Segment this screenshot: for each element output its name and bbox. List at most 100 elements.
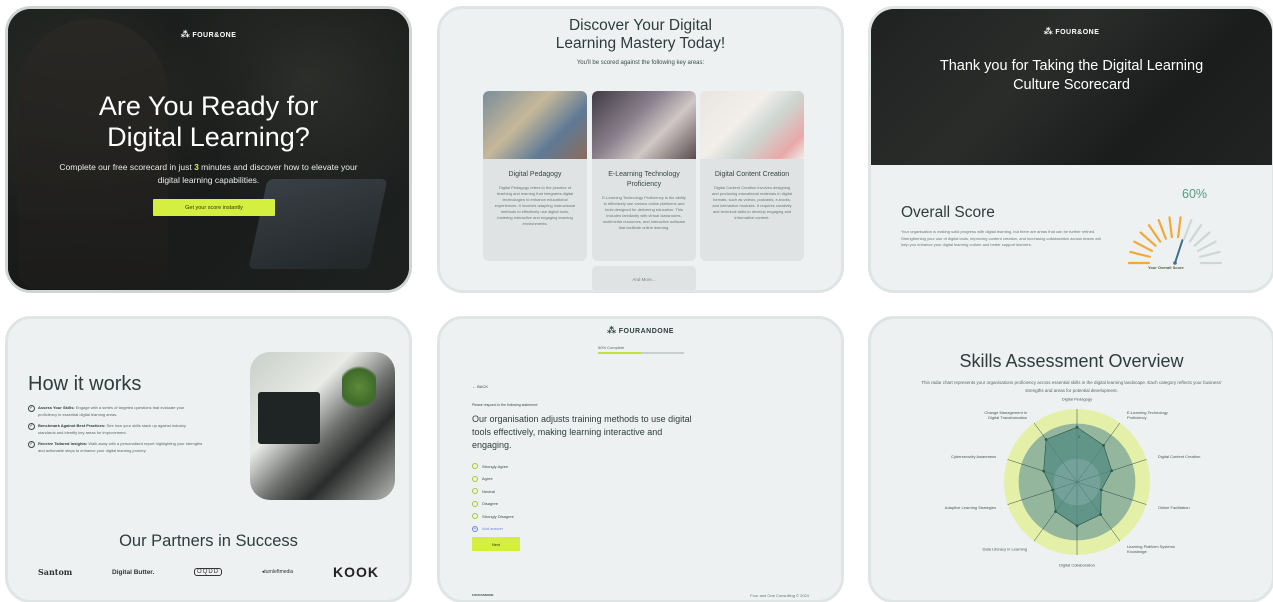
progress-fill xyxy=(598,352,641,354)
partner-logo-kook: KOOK xyxy=(332,564,379,580)
skills-overview-panel: Skills Assessment Overview This radar ch… xyxy=(868,316,1273,602)
footer-copyright: Four and One Consulting © 2024 xyxy=(750,593,809,598)
radar-axis-label: Change Management in Digital Transformati… xyxy=(984,410,1027,420)
results-panel: ⁂ FOUR&ONE Thank you for Taking the Digit… xyxy=(868,6,1273,293)
get-score-button[interactable]: Get your score instantly xyxy=(153,199,275,216)
area-card-elearning-proficiency: E-Learning Technology Proficiency E-Lear… xyxy=(592,91,696,261)
gauge-tick xyxy=(1139,231,1157,247)
option-disagree[interactable]: Disagree xyxy=(472,498,514,511)
area-title: Digital Content Creation xyxy=(714,171,790,178)
gauge-tick xyxy=(1196,240,1217,253)
step-item: ✓ Benchmark Against Best Practices: See … xyxy=(28,423,186,435)
partners-title: Our Partners in Success xyxy=(119,532,298,550)
partner-logos: Santom Digital Butter. OQDD ◂turnleftmed… xyxy=(38,564,379,580)
question-text: Our organisation adjusts training method… xyxy=(472,414,692,450)
skills-radar-chart: 6Digital PedagogyE-Learning Technology Pr… xyxy=(945,397,1201,568)
gauge-tick xyxy=(1177,216,1182,239)
radar-axis-label: Adaptive Learning Strategies xyxy=(945,505,996,510)
gauge-tick xyxy=(1188,224,1203,243)
results-title: Thank you for Taking the Digital Learnin… xyxy=(939,58,1204,93)
brand-logo: ⁂ FOUR&ONE xyxy=(1043,26,1100,36)
area-description: E-Learning Technology Proficiency is the… xyxy=(602,195,686,230)
radar-point xyxy=(1075,425,1079,429)
radar-point xyxy=(1054,510,1057,513)
gauge-tick xyxy=(1129,250,1151,258)
hero-title: Are You Ready for Digital Learning? xyxy=(98,91,319,152)
option-neutral[interactable]: Neutral xyxy=(472,485,514,498)
gauge-label: Your Overall Score xyxy=(1148,265,1184,270)
area-description: Digital Pedagogy refers to the practice … xyxy=(494,185,576,226)
partner-logo-digital-butter: Digital Butter. xyxy=(112,568,155,576)
radio-icon[interactable] xyxy=(472,463,478,470)
add-answer-option[interactable]: + Add answer xyxy=(472,523,514,536)
check-circle-icon: ✓ xyxy=(28,405,35,412)
discover-lead: You'll be scored against the following k… xyxy=(576,60,705,66)
option-agree[interactable]: Agree xyxy=(472,473,514,486)
area-title: E-Learning Technology Proficiency xyxy=(608,171,680,188)
plus-icon[interactable]: + xyxy=(472,525,478,532)
how-it-works-panel: How it works ✓ Assess Your Skills: Engag… xyxy=(5,316,412,602)
radio-icon[interactable] xyxy=(472,475,478,482)
radar-axis-label: E-Learning Technology Proficiency xyxy=(1127,410,1168,420)
radar-point xyxy=(1042,469,1046,473)
gauge-tick xyxy=(1157,218,1167,240)
brand-mark-icon: ⁂ xyxy=(607,325,617,335)
gauge-tick xyxy=(1168,216,1173,239)
radar-axis-label: Data Literacy in Learning xyxy=(983,547,1027,552)
radio-icon[interactable] xyxy=(472,488,478,495)
back-button[interactable]: ← BACK xyxy=(472,384,488,389)
radar-axis-label: Digital Pedagogy xyxy=(1062,397,1092,402)
score-percent: 60% xyxy=(1182,187,1208,201)
steps-list: ✓ Assess Your Skills: Engage with a seri… xyxy=(28,405,204,459)
brand-logo: ⁂ FOURANDONE xyxy=(607,325,674,335)
radar-point xyxy=(1099,488,1103,492)
how-it-works-title: How it works xyxy=(28,373,142,395)
overall-score-title: Overall Score xyxy=(901,204,995,221)
gauge-tick xyxy=(1199,250,1221,258)
radar-axis-label: Cybersecurity Awareness xyxy=(951,454,996,459)
gauge-tick xyxy=(1133,240,1154,253)
overall-score-text: Your organisation is making solid progre… xyxy=(901,229,1101,247)
next-button[interactable]: Next xyxy=(472,537,520,551)
area-photo xyxy=(483,91,587,159)
area-card-content-creation: Digital Content Creation Digital Content… xyxy=(700,91,804,261)
gauge-tick xyxy=(1183,218,1193,240)
gauge-tick xyxy=(1193,231,1211,247)
radar-point xyxy=(1110,469,1114,473)
option-strongly-agree[interactable]: Strongly Agree xyxy=(472,460,514,473)
area-photo xyxy=(592,91,696,159)
brand-mark-icon: ⁂ xyxy=(1043,26,1054,36)
landing-hero-panel: ⁂ FOUR&ONE Are You Ready for Digital Learn… xyxy=(5,6,412,293)
respond-instruction: Please respond to the following statemen… xyxy=(472,403,538,407)
hero-subtitle: Complete our free scorecard in just 3 mi… xyxy=(59,162,358,185)
check-circle-icon: ✓ xyxy=(28,441,35,448)
option-strongly-disagree[interactable]: Strongly Disagree xyxy=(472,510,514,523)
radar-point xyxy=(1051,488,1055,492)
radar-axis-label: Learning Platform Systems Knowledge xyxy=(1127,544,1175,554)
brand-logo: ⁂ FOUR&ONE xyxy=(180,29,237,39)
score-gauge xyxy=(1127,216,1223,265)
area-photo xyxy=(700,91,804,159)
progress-bar xyxy=(598,352,684,354)
radio-icon[interactable] xyxy=(472,500,478,507)
gauge-needle xyxy=(1174,239,1184,264)
answer-options: Strongly Agree Agree Neutral Disagree St… xyxy=(472,460,514,535)
step-item: ✓ Assess Your Skills: Engage with a seri… xyxy=(28,405,185,417)
radar-point xyxy=(1102,443,1106,447)
footer-logo: FOURANDONE xyxy=(472,593,494,597)
partner-logo-santom: Santom xyxy=(38,567,73,577)
discover-title: Discover Your Digital Learning Mastery To… xyxy=(555,17,726,52)
radar-axis-label: Digital Collaboration xyxy=(1059,563,1095,568)
brand-mark-icon: ⁂ xyxy=(180,29,191,39)
radar-point xyxy=(1099,513,1102,516)
gauge-tick xyxy=(1147,224,1162,243)
partner-logo-oqdd: OQDD xyxy=(194,568,223,576)
radar-axis-label: Digital Content Creation xyxy=(1158,454,1200,459)
progress-label: 50% Complete xyxy=(598,345,625,350)
radio-icon[interactable] xyxy=(472,513,478,520)
partner-logo-turnleftmedia: ◂turnleftmedia xyxy=(261,569,294,575)
and-more-card[interactable]: And More... xyxy=(592,266,696,290)
radar-point xyxy=(1044,438,1048,441)
discover-panel: Discover Your Digital Learning Mastery To… xyxy=(437,6,844,293)
area-description: Digital Content Creation involves design… xyxy=(711,185,793,220)
